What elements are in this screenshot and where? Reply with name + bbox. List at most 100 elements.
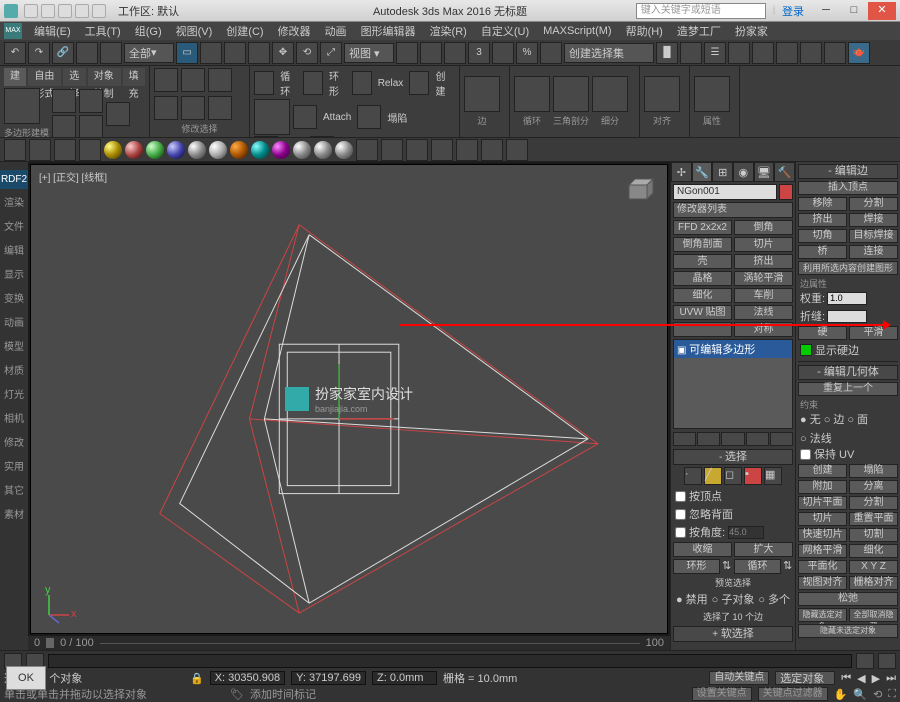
- sidebar-item-transform[interactable]: 变换: [0, 286, 28, 309]
- mod-lathe[interactable]: 车削: [734, 288, 793, 303]
- material-ball-icon[interactable]: [335, 141, 353, 159]
- schematic-button[interactable]: [752, 42, 774, 64]
- hard-btn[interactable]: 硬: [798, 326, 847, 340]
- menu-maxscript[interactable]: MAXScript(M): [537, 25, 617, 37]
- sidebar-item-edit[interactable]: 编辑: [0, 238, 28, 261]
- modify-sel-btn1[interactable]: [154, 68, 178, 92]
- mat-btn2[interactable]: [29, 139, 51, 161]
- stack-unique-icon[interactable]: [721, 432, 744, 446]
- modifier-stack[interactable]: ▣ 可编辑多边形: [673, 339, 793, 429]
- track-bar[interactable]: [48, 654, 852, 668]
- mat-btn1[interactable]: [4, 139, 26, 161]
- stack-remove-icon[interactable]: [746, 432, 769, 446]
- sidebar-item-display[interactable]: 显示: [0, 262, 28, 285]
- ribbon-loop-btn[interactable]: [254, 71, 274, 95]
- info-icon[interactable]: ℹ: [772, 4, 776, 17]
- ribbon-ring-btn[interactable]: [303, 71, 323, 95]
- reset-plane-btn[interactable]: 重置平面: [849, 512, 898, 526]
- material-ball-icon[interactable]: [125, 141, 143, 159]
- angle-input[interactable]: [728, 526, 764, 539]
- chk-by-angle[interactable]: 按角度:: [673, 524, 793, 540]
- tessellate-btn[interactable]: 细化: [849, 544, 898, 558]
- relax-btn2[interactable]: 松弛: [798, 592, 898, 606]
- tri-panel-btn[interactable]: [553, 76, 589, 112]
- slice-btn[interactable]: 切片: [798, 512, 847, 526]
- chk-ignore-backface[interactable]: 忽略背面: [673, 506, 793, 522]
- rollout-edit-geom[interactable]: - 编辑几何体: [798, 365, 898, 380]
- menu-banjiajia[interactable]: 扮家家: [729, 23, 774, 39]
- qat-open-icon[interactable]: [41, 4, 55, 18]
- shrink-btn[interactable]: 收缩: [673, 542, 732, 557]
- prev-multi[interactable]: ○ 多个: [758, 591, 790, 607]
- slice-plane-btn[interactable]: 切片平面: [798, 496, 847, 510]
- tab-hierarchy-icon[interactable]: ⊞: [712, 162, 733, 182]
- quickslice-btn[interactable]: 快速切片: [798, 528, 847, 542]
- align-panel-btn[interactable]: [644, 76, 680, 112]
- target-weld-btn[interactable]: 目标焊接: [849, 229, 898, 243]
- insert-vertex-btn[interactable]: 插入顶点: [798, 181, 898, 195]
- lock-icon[interactable]: 🔒: [190, 672, 204, 685]
- tab-create-icon[interactable]: ✢: [671, 162, 692, 182]
- modify-sel-btn3[interactable]: [208, 68, 232, 92]
- sidebar-item-modify[interactable]: 修改: [0, 430, 28, 453]
- render-setup-button[interactable]: [800, 42, 822, 64]
- sidebar-item-utility[interactable]: 实用: [0, 454, 28, 477]
- select-button[interactable]: ▭: [176, 42, 198, 64]
- remove-btn[interactable]: 移除: [798, 197, 847, 211]
- chamfer-btn[interactable]: 切角: [798, 229, 847, 243]
- sidebar-item-file[interactable]: 文件: [0, 214, 28, 237]
- menu-help[interactable]: 帮助(H): [620, 23, 669, 39]
- modify-sel-btn5[interactable]: [181, 96, 205, 120]
- sub-poly-icon[interactable]: [79, 115, 103, 139]
- edit-big-btn[interactable]: [254, 99, 290, 135]
- selection-filter[interactable]: 全部 ▾: [124, 43, 174, 63]
- msmooth-btn[interactable]: 网格平滑: [798, 544, 847, 558]
- sidebar-item-model[interactable]: 模型: [0, 334, 28, 357]
- cut-btn[interactable]: 切割: [849, 528, 898, 542]
- prev-off[interactable]: ● 禁用: [676, 591, 708, 607]
- loop-panel-btn[interactable]: [514, 76, 550, 112]
- menu-modifiers[interactable]: 修改器: [272, 23, 317, 39]
- material-ball-icon[interactable]: [167, 141, 185, 159]
- create-shape-btn[interactable]: 利用所选内容创建图形: [798, 261, 898, 275]
- menu-edit[interactable]: 编辑(E): [28, 23, 77, 39]
- mod-tessellate[interactable]: 细化: [673, 288, 732, 303]
- bridge-btn[interactable]: 桥: [798, 245, 847, 259]
- loop-btn[interactable]: 循环: [734, 559, 781, 574]
- move-button[interactable]: ✥: [272, 42, 294, 64]
- material-ball-icon[interactable]: [188, 141, 206, 159]
- undo-button[interactable]: ↶: [4, 42, 26, 64]
- redo-button[interactable]: ↷: [28, 42, 50, 64]
- hide-unsel-btn[interactable]: 隐藏未选定对象: [798, 624, 898, 638]
- play-prev-icon[interactable]: ⏮: [841, 672, 851, 685]
- coord-x[interactable]: X: 30350.908: [210, 671, 285, 685]
- ribbon-tab-populate[interactable]: 填充: [123, 68, 145, 86]
- play-icon[interactable]: ▶: [872, 672, 880, 685]
- nav-max-icon[interactable]: ⛶: [888, 688, 896, 701]
- mat-tool7[interactable]: [506, 139, 528, 161]
- rollout-selection[interactable]: - 选择: [673, 449, 793, 465]
- coord-y[interactable]: Y: 37197.699: [291, 671, 366, 685]
- nav-zoom-icon[interactable]: 🔍: [853, 688, 867, 701]
- layers-button[interactable]: ☰: [704, 42, 726, 64]
- mod-bevel[interactable]: 倒角: [734, 220, 793, 235]
- mat-tool6[interactable]: [481, 139, 503, 161]
- mod-uvw[interactable]: UVW 贴图: [673, 305, 732, 320]
- planar-btn[interactable]: 平面化: [798, 560, 847, 574]
- prev-sub[interactable]: ○ 子对象: [712, 591, 755, 607]
- coord-z[interactable]: Z: 0.0mm: [372, 671, 437, 685]
- mod-shell[interactable]: 壳: [673, 254, 732, 269]
- maximize-button[interactable]: □: [840, 2, 868, 20]
- align-button[interactable]: [680, 42, 702, 64]
- setkey-btn[interactable]: 设置关键点: [692, 687, 752, 701]
- attach-btn[interactable]: [293, 105, 317, 129]
- material-ball-icon[interactable]: [104, 141, 122, 159]
- material-ball-icon[interactable]: [146, 141, 164, 159]
- mat-tool3[interactable]: [406, 139, 428, 161]
- percent-snap-toggle[interactable]: %: [516, 42, 538, 64]
- modifier-list-dropdown[interactable]: 修改器列表: [673, 202, 793, 218]
- link-button[interactable]: 🔗: [52, 42, 74, 64]
- sub-element-btn[interactable]: ▦: [764, 467, 782, 485]
- minimize-button[interactable]: ─: [812, 2, 840, 20]
- mod-slice[interactable]: 切片: [734, 237, 793, 252]
